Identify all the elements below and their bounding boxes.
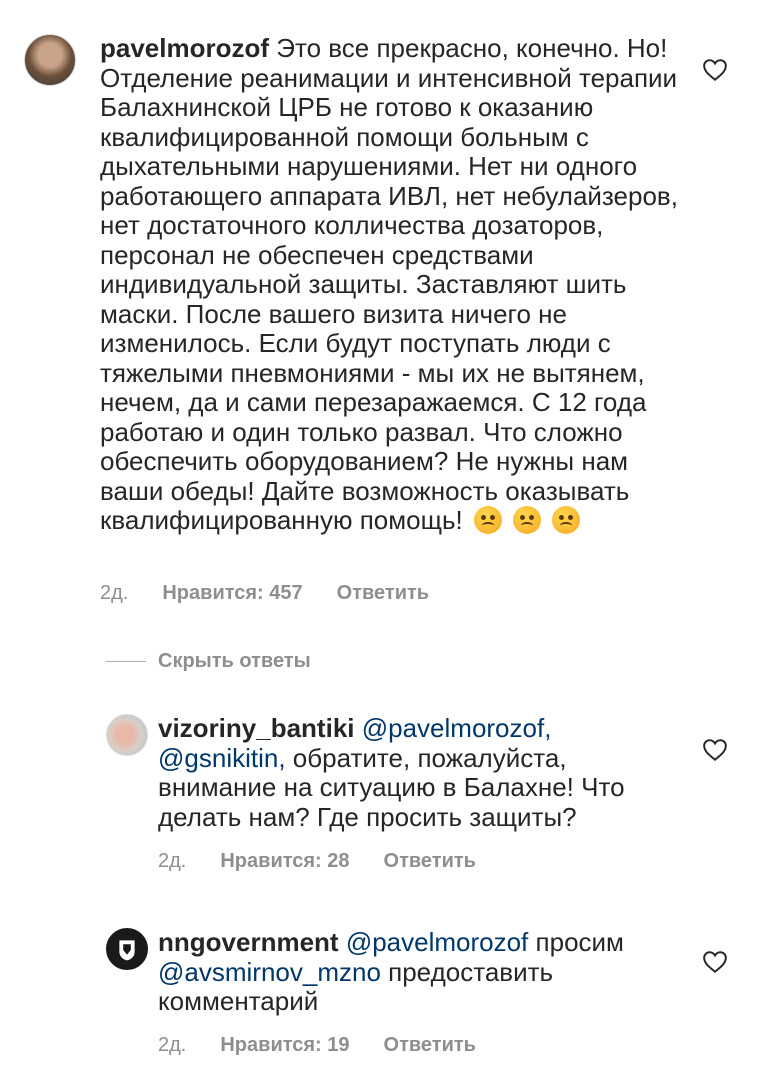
divider (106, 661, 146, 662)
angry-face-icon (552, 506, 581, 534)
avatar[interactable] (106, 928, 148, 970)
hide-replies-label: Скрыть ответы (158, 650, 311, 672)
username[interactable]: pavelmorozof (100, 33, 269, 63)
comment-text: pavelmorozof Это все прекрасно, конечно.… (100, 33, 680, 536)
comment-meta: 2д. Нравится: 457 Ответить (100, 582, 429, 605)
mention-link[interactable]: @gsnikitin, (158, 743, 286, 773)
avatar[interactable] (24, 34, 76, 86)
hide-replies-button[interactable]: Скрыть ответы (106, 650, 311, 673)
mention-link[interactable]: @avsmirnov_mzno (158, 957, 381, 987)
angry-face-icon (513, 506, 542, 534)
angry-face-icon (474, 506, 502, 534)
comment-body: просим (535, 927, 624, 957)
comment-age: 2д. (158, 1034, 187, 1056)
comment-age: 2д. (100, 582, 129, 604)
likes-button[interactable]: Нравится: 457 (162, 582, 302, 605)
avatar[interactable] (106, 714, 148, 756)
likes-button[interactable]: Нравится: 28 (220, 850, 349, 873)
coat-of-arms-icon (119, 940, 135, 961)
heart-icon[interactable] (702, 58, 728, 82)
comment-text: vizoriny_bantiki @pavelmorozof, @gsnikit… (158, 713, 628, 832)
comment-body: Это все прекрасно, конечно. Но! Отделени… (100, 33, 678, 535)
comment-text: nngovernment @pavelmorozof просим @avsmi… (158, 927, 648, 1017)
reply-button[interactable]: Ответить (337, 582, 429, 605)
likes-button[interactable]: Нравится: 19 (220, 1034, 349, 1057)
comment-age: 2д. (158, 850, 187, 872)
reply-button[interactable]: Ответить (384, 1034, 476, 1057)
reply-button[interactable]: Ответить (384, 850, 476, 873)
comment-meta: 2д. Нравится: 19 Ответить (158, 1034, 476, 1057)
mention-link[interactable]: @pavelmorozof, (362, 713, 552, 743)
comment-meta: 2д. Нравится: 28 Ответить (158, 850, 476, 873)
heart-icon[interactable] (702, 950, 728, 974)
heart-icon[interactable] (702, 738, 728, 762)
username[interactable]: nngovernment (158, 927, 339, 957)
username[interactable]: vizoriny_bantiki (158, 713, 355, 743)
mention-link[interactable]: @pavelmorozof (346, 927, 528, 957)
